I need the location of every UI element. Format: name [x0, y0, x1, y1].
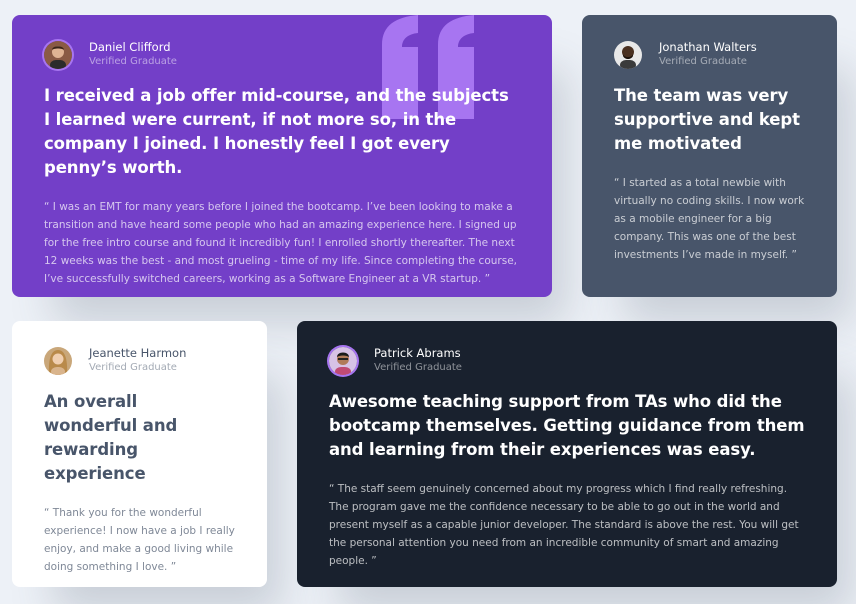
author-name: Patrick Abrams [374, 346, 461, 360]
testimonial-headline: The team was very supportive and kept me… [614, 86, 800, 153]
avatar [614, 40, 642, 69]
avatar-jeanette-icon [44, 346, 72, 375]
card-header: Jeanette Harmon Verified Graduate [44, 345, 235, 376]
testimonial-body: “ I started as a total newbie with virtu… [614, 177, 805, 261]
author-name: Jonathan Walters [659, 40, 757, 54]
testimonial-body: “ I was an EMT for many years before I j… [44, 201, 517, 285]
testimonial-body: “ The staff seem genuinely concerned abo… [329, 483, 799, 567]
avatar-jonathan-icon [614, 40, 642, 69]
avatar-patrick-icon [329, 346, 357, 375]
card-header: Daniel Clifford Verified Graduate [44, 39, 520, 70]
author-role: Verified Graduate [659, 56, 747, 67]
avatar-daniel-icon [44, 40, 72, 69]
avatar [329, 346, 357, 375]
author-role: Verified Graduate [374, 362, 462, 373]
avatar [44, 346, 72, 375]
testimonial-card-jeanette: Jeanette Harmon Verified Graduate An ove… [12, 321, 267, 587]
author-name: Daniel Clifford [89, 40, 171, 54]
testimonial-card-jonathan: Jonathan Walters Verified Graduate The t… [582, 15, 837, 297]
testimonial-card-patrick: Patrick Abrams Verified Graduate Awesome… [297, 321, 837, 587]
testimonial-body: “ Thank you for the wonderful experience… [44, 507, 235, 573]
testimonial-card-daniel: Daniel Clifford Verified Graduate I rece… [12, 15, 552, 297]
card-header: Jonathan Walters Verified Graduate [614, 39, 805, 70]
testimonial-headline: Awesome teaching support from TAs who di… [329, 392, 805, 459]
author-role: Verified Graduate [89, 362, 177, 373]
author-name: Jeanette Harmon [89, 346, 187, 360]
avatar [44, 40, 72, 69]
testimonial-headline: An overall wonderful and rewarding exper… [44, 392, 178, 483]
author-role: Verified Graduate [89, 56, 177, 67]
testimonial-headline: I received a job offer mid-course, and t… [44, 86, 509, 177]
card-header: Patrick Abrams Verified Graduate [329, 345, 805, 376]
